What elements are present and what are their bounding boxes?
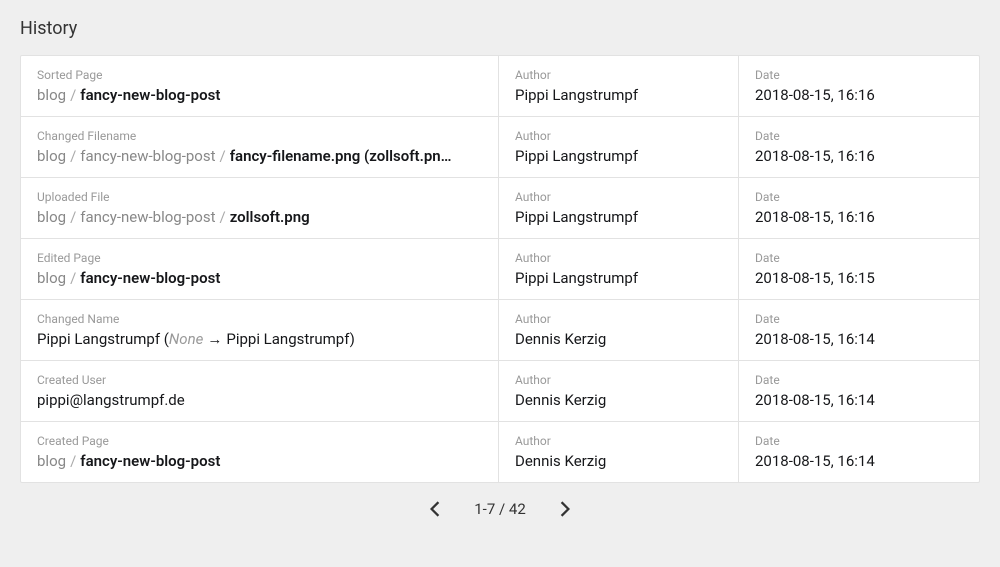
table-row[interactable]: Created User pippi@langstrumpf.de Author De… xyxy=(21,361,979,422)
date-value: 2018-08-15, 16:14 xyxy=(755,391,963,409)
table-row[interactable]: Sorted Page blog/fancy-new-blog-post Autho… xyxy=(21,56,979,117)
action-cell: Sorted Page blog/fancy-new-blog-post xyxy=(21,56,499,116)
date-cell: Date 2018-08-15, 16:14 xyxy=(739,422,979,482)
action-cell: Uploaded File blog/fancy-new-blog-post/zo… xyxy=(21,178,499,238)
chevron-left-icon xyxy=(430,501,440,517)
date-label: Date xyxy=(755,68,963,82)
date-label: Date xyxy=(755,312,963,326)
action-cell: Changed Name Pippi Langstrumpf (None→Pipp… xyxy=(21,300,499,360)
author-value: Dennis Kerzig xyxy=(515,391,722,409)
date-label: Date xyxy=(755,373,963,387)
action-label: Uploaded File xyxy=(37,190,482,204)
author-cell: Author Dennis Kerzig xyxy=(499,300,739,360)
table-row[interactable]: Changed Name Pippi Langstrumpf (None→Pipp… xyxy=(21,300,979,361)
date-value: 2018-08-15, 16:14 xyxy=(755,330,963,348)
author-cell: Author Pippi Langstrumpf xyxy=(499,117,739,177)
action-label: Edited Page xyxy=(37,251,482,265)
date-label: Date xyxy=(755,190,963,204)
action-value: Pippi Langstrumpf (None→Pippi Langstrump… xyxy=(37,330,482,348)
action-value: blog/fancy-new-blog-post xyxy=(37,86,482,104)
date-value: 2018-08-15, 16:14 xyxy=(755,452,963,470)
author-label: Author xyxy=(515,373,722,387)
author-label: Author xyxy=(515,129,722,143)
date-cell: Date 2018-08-15, 16:15 xyxy=(739,239,979,299)
table-row[interactable]: Created Page blog/fancy-new-blog-post Auth… xyxy=(21,422,979,482)
author-value: Pippi Langstrumpf xyxy=(515,269,722,287)
author-cell: Author Dennis Kerzig xyxy=(499,422,739,482)
action-label: Changed Name xyxy=(37,312,482,326)
pagination-text: 1-7 / 42 xyxy=(474,500,526,518)
action-value: pippi@langstrumpf.de xyxy=(37,391,482,409)
date-cell: Date 2018-08-15, 16:16 xyxy=(739,117,979,177)
table-row[interactable]: Changed Filename blog/fancy-new-blog-post… xyxy=(21,117,979,178)
author-cell: Author Pippi Langstrumpf xyxy=(499,56,739,116)
author-label: Author xyxy=(515,434,722,448)
date-value: 2018-08-15, 16:16 xyxy=(755,208,963,226)
action-label: Changed Filename xyxy=(37,129,482,143)
author-cell: Author Pippi Langstrumpf xyxy=(499,178,739,238)
pagination: 1-7 / 42 xyxy=(20,483,980,535)
table-row[interactable]: Edited Page blog/fancy-new-blog-post Autho… xyxy=(21,239,979,300)
author-cell: Author Pippi Langstrumpf xyxy=(499,239,739,299)
date-cell: Date 2018-08-15, 16:16 xyxy=(739,178,979,238)
date-cell: Date 2018-08-15, 16:14 xyxy=(739,361,979,421)
action-value: blog/fancy-new-blog-post xyxy=(37,452,482,470)
date-cell: Date 2018-08-15, 16:16 xyxy=(739,56,979,116)
action-cell: Created User pippi@langstrumpf.de xyxy=(21,361,499,421)
action-label: Created User xyxy=(37,373,482,387)
author-label: Author xyxy=(515,190,722,204)
action-cell: Edited Page blog/fancy-new-blog-post xyxy=(21,239,499,299)
action-cell: Changed Filename blog/fancy-new-blog-post… xyxy=(21,117,499,177)
author-value: Pippi Langstrumpf xyxy=(515,86,722,104)
page-title: History xyxy=(20,18,980,39)
author-value: Dennis Kerzig xyxy=(515,330,722,348)
action-value: blog/fancy-new-blog-post xyxy=(37,269,482,287)
action-cell: Created Page blog/fancy-new-blog-post xyxy=(21,422,499,482)
author-value: Pippi Langstrumpf xyxy=(515,147,722,165)
action-label: Sorted Page xyxy=(37,68,482,82)
author-label: Author xyxy=(515,312,722,326)
author-label: Author xyxy=(515,251,722,265)
action-value: blog/fancy-new-blog-post/fancy-filename.… xyxy=(37,147,482,165)
author-label: Author xyxy=(515,68,722,82)
date-label: Date xyxy=(755,129,963,143)
author-cell: Author Dennis Kerzig xyxy=(499,361,739,421)
date-label: Date xyxy=(755,434,963,448)
date-value: 2018-08-15, 16:15 xyxy=(755,269,963,287)
action-value: blog/fancy-new-blog-post/zollsoft.png xyxy=(37,208,482,226)
date-value: 2018-08-15, 16:16 xyxy=(755,147,963,165)
chevron-right-icon xyxy=(560,501,570,517)
author-value: Pippi Langstrumpf xyxy=(515,208,722,226)
next-page-button[interactable] xyxy=(552,497,578,521)
table-row[interactable]: Uploaded File blog/fancy-new-blog-post/zo… xyxy=(21,178,979,239)
date-value: 2018-08-15, 16:16 xyxy=(755,86,963,104)
date-cell: Date 2018-08-15, 16:14 xyxy=(739,300,979,360)
author-value: Dennis Kerzig xyxy=(515,452,722,470)
history-table: Sorted Page blog/fancy-new-blog-post Autho… xyxy=(20,55,980,483)
date-label: Date xyxy=(755,251,963,265)
prev-page-button[interactable] xyxy=(422,497,448,521)
action-label: Created Page xyxy=(37,434,482,448)
